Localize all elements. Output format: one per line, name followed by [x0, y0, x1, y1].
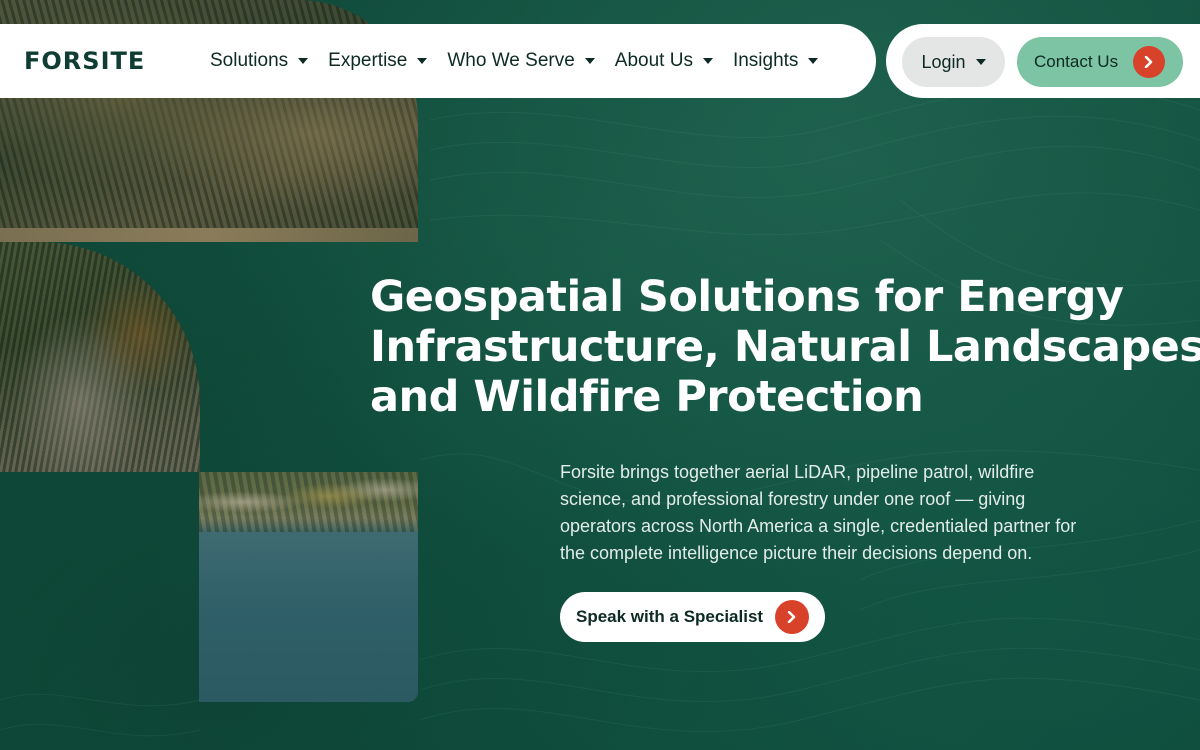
headline-line: and Wildfire Protection	[370, 372, 924, 422]
chevron-down-icon	[975, 59, 986, 65]
nav-item-insights[interactable]: Insights	[732, 50, 819, 72]
description-line: science, and professional forestry under…	[560, 489, 1026, 509]
description-line: the complete intelligence picture their …	[560, 543, 1033, 563]
chevron-down-icon	[584, 58, 595, 64]
chevron-down-icon	[808, 58, 819, 64]
headline-line: Geospatial Solutions for Energy	[370, 272, 1124, 322]
nav-item-solutions[interactable]: Solutions	[210, 50, 309, 72]
nav-item-label: Who We Serve	[447, 50, 575, 71]
chevron-down-icon	[417, 58, 428, 64]
forsite-logo[interactable]: FORSITE	[24, 47, 210, 75]
main-navigation: FORSITE Solutions Expertise Who We Serve…	[0, 24, 876, 98]
chevron-down-icon	[298, 58, 309, 64]
nav-item-expertise[interactable]: Expertise	[328, 50, 428, 72]
contact-label: Contact Us	[1034, 52, 1119, 71]
nav-item-label: About Us	[614, 50, 693, 71]
arrow-right-icon	[775, 600, 809, 634]
nav-item-label: Insights	[732, 50, 799, 71]
nav-item-label: Solutions	[210, 50, 289, 71]
login-label: Login	[921, 51, 966, 72]
login-button[interactable]: Login	[902, 37, 1005, 87]
nav-item-label: Expertise	[328, 50, 408, 71]
speak-with-specialist-button[interactable]: Speak with a Specialist	[560, 592, 825, 642]
chevron-down-icon	[702, 58, 713, 64]
description-line: Forsite brings together aerial LiDAR, pi…	[560, 462, 1035, 482]
headline-line: Infrastructure, Natural Landscapes	[370, 322, 1200, 372]
arrow-right-icon	[1133, 46, 1165, 78]
nav-item-who-we-serve[interactable]: Who We Serve	[447, 50, 595, 72]
hero-description: Forsite brings together aerial LiDAR, pi…	[560, 459, 1160, 567]
nav-item-about-us[interactable]: About Us	[615, 50, 713, 72]
hero-headline: Geospatial Solutions for Energy Infrastr…	[370, 272, 1200, 422]
contact-us-button[interactable]: Contact Us	[1017, 37, 1183, 87]
cta-label: Speak with a Specialist	[576, 607, 764, 626]
aerial-photo-lakeshore	[199, 472, 418, 702]
description-line: operators across North America a single,…	[560, 516, 1077, 536]
nav-menu: Solutions Expertise Who We Serve About U…	[210, 50, 838, 72]
